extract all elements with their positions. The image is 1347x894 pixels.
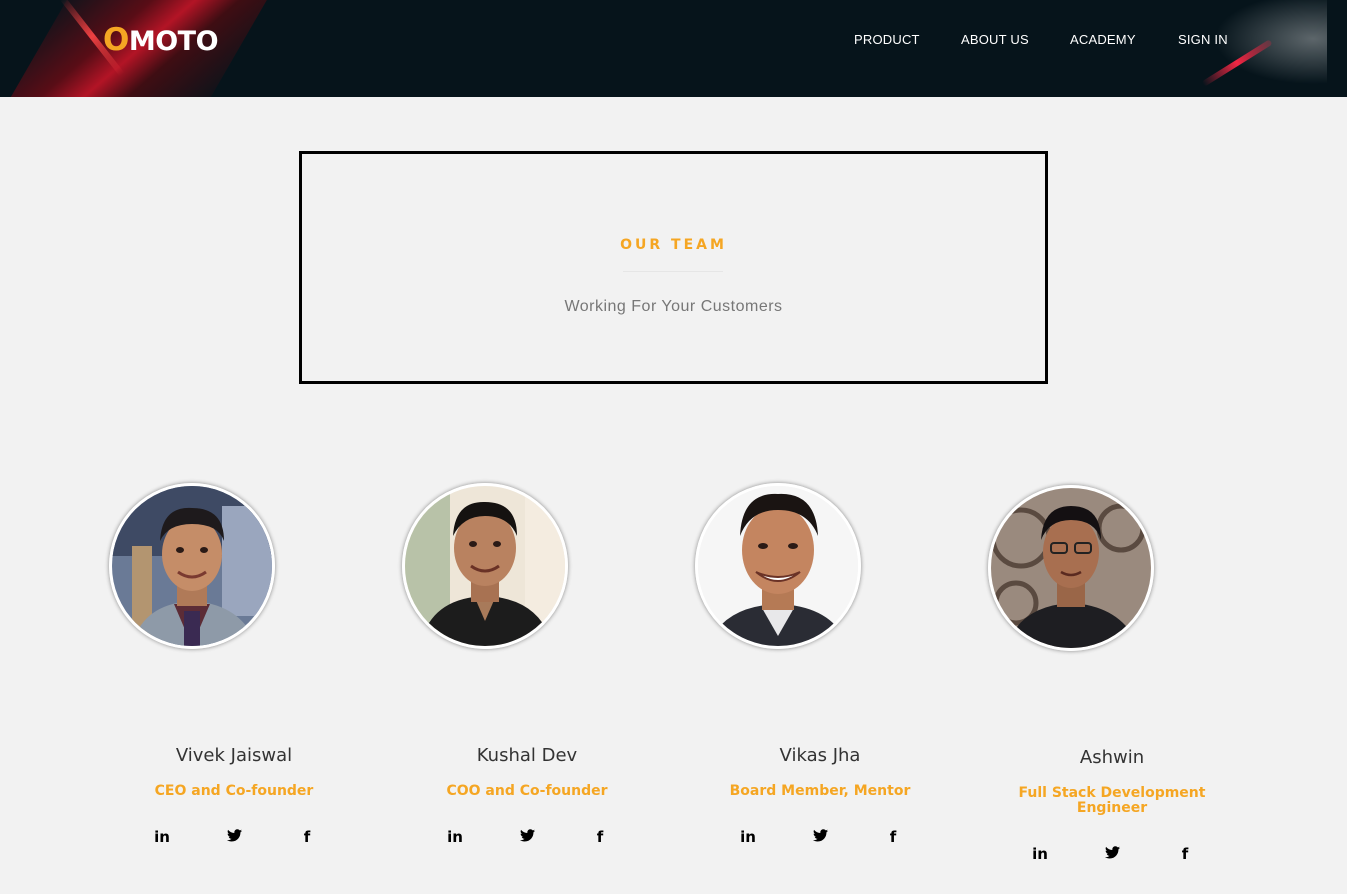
twitter-icon[interactable] <box>515 828 539 846</box>
twitter-icon[interactable] <box>808 828 832 846</box>
nav-about-us[interactable]: ABOUT US <box>961 32 1029 47</box>
member-role: CEO and Co-founder <box>154 783 314 799</box>
social-links: in f <box>382 828 672 848</box>
social-links: in f <box>967 845 1257 865</box>
member-name: Vivek Jaiswal <box>175 745 293 766</box>
member-role: COO and Co-founder <box>446 783 608 799</box>
nav-product[interactable]: PRODUCT <box>854 32 920 47</box>
facebook-icon[interactable]: f <box>881 828 905 846</box>
facebook-icon[interactable]: f <box>295 828 319 846</box>
linkedin-icon[interactable]: in <box>150 828 174 846</box>
site-header: OMOTO PRODUCT ABOUT US ACADEMY SIGN IN <box>0 0 1347 97</box>
social-links: in f <box>89 828 379 848</box>
member-name: Ashwin <box>1079 747 1145 768</box>
avatar <box>695 483 861 649</box>
team-member-card: Ashwin Full Stack Development Engineer i… <box>967 485 1257 885</box>
twitter-icon[interactable] <box>1100 845 1124 863</box>
section-subtitle: Working For Your Customers <box>564 298 783 315</box>
section-eyebrow: OUR TEAM <box>620 237 727 253</box>
twitter-icon[interactable] <box>222 828 246 846</box>
member-role: Board Member, Mentor <box>729 783 911 799</box>
linkedin-icon[interactable]: in <box>443 828 467 846</box>
social-links: in f <box>675 828 965 848</box>
team-member-card: Vivek Jaiswal CEO and Co-founder in f <box>89 483 379 863</box>
member-name: Vikas Jha <box>779 745 861 766</box>
avatar <box>988 485 1154 651</box>
member-name: Kushal Dev <box>476 745 578 766</box>
member-role-text: Full Stack Development Engineer <box>1018 785 1206 816</box>
team-member-card: Vikas Jha Board Member, Mentor in f <box>675 483 965 863</box>
main-nav: PRODUCT ABOUT US ACADEMY SIGN IN <box>0 32 1347 52</box>
heading-divider <box>623 271 723 272</box>
avatar <box>109 483 275 649</box>
facebook-icon[interactable]: f <box>1173 845 1197 863</box>
nav-academy[interactable]: ACADEMY <box>1070 32 1136 47</box>
facebook-icon[interactable]: f <box>588 828 612 846</box>
team-heading-box: OUR TEAM Working For Your Customers <box>299 151 1048 384</box>
linkedin-icon[interactable]: in <box>1028 845 1052 863</box>
avatar <box>402 483 568 649</box>
team-member-card: Kushal Dev COO and Co-founder in f <box>382 483 672 863</box>
linkedin-icon[interactable]: in <box>736 828 760 846</box>
member-role: Full Stack Development Engineer <box>967 786 1257 816</box>
nav-sign-in[interactable]: SIGN IN <box>1178 32 1228 47</box>
